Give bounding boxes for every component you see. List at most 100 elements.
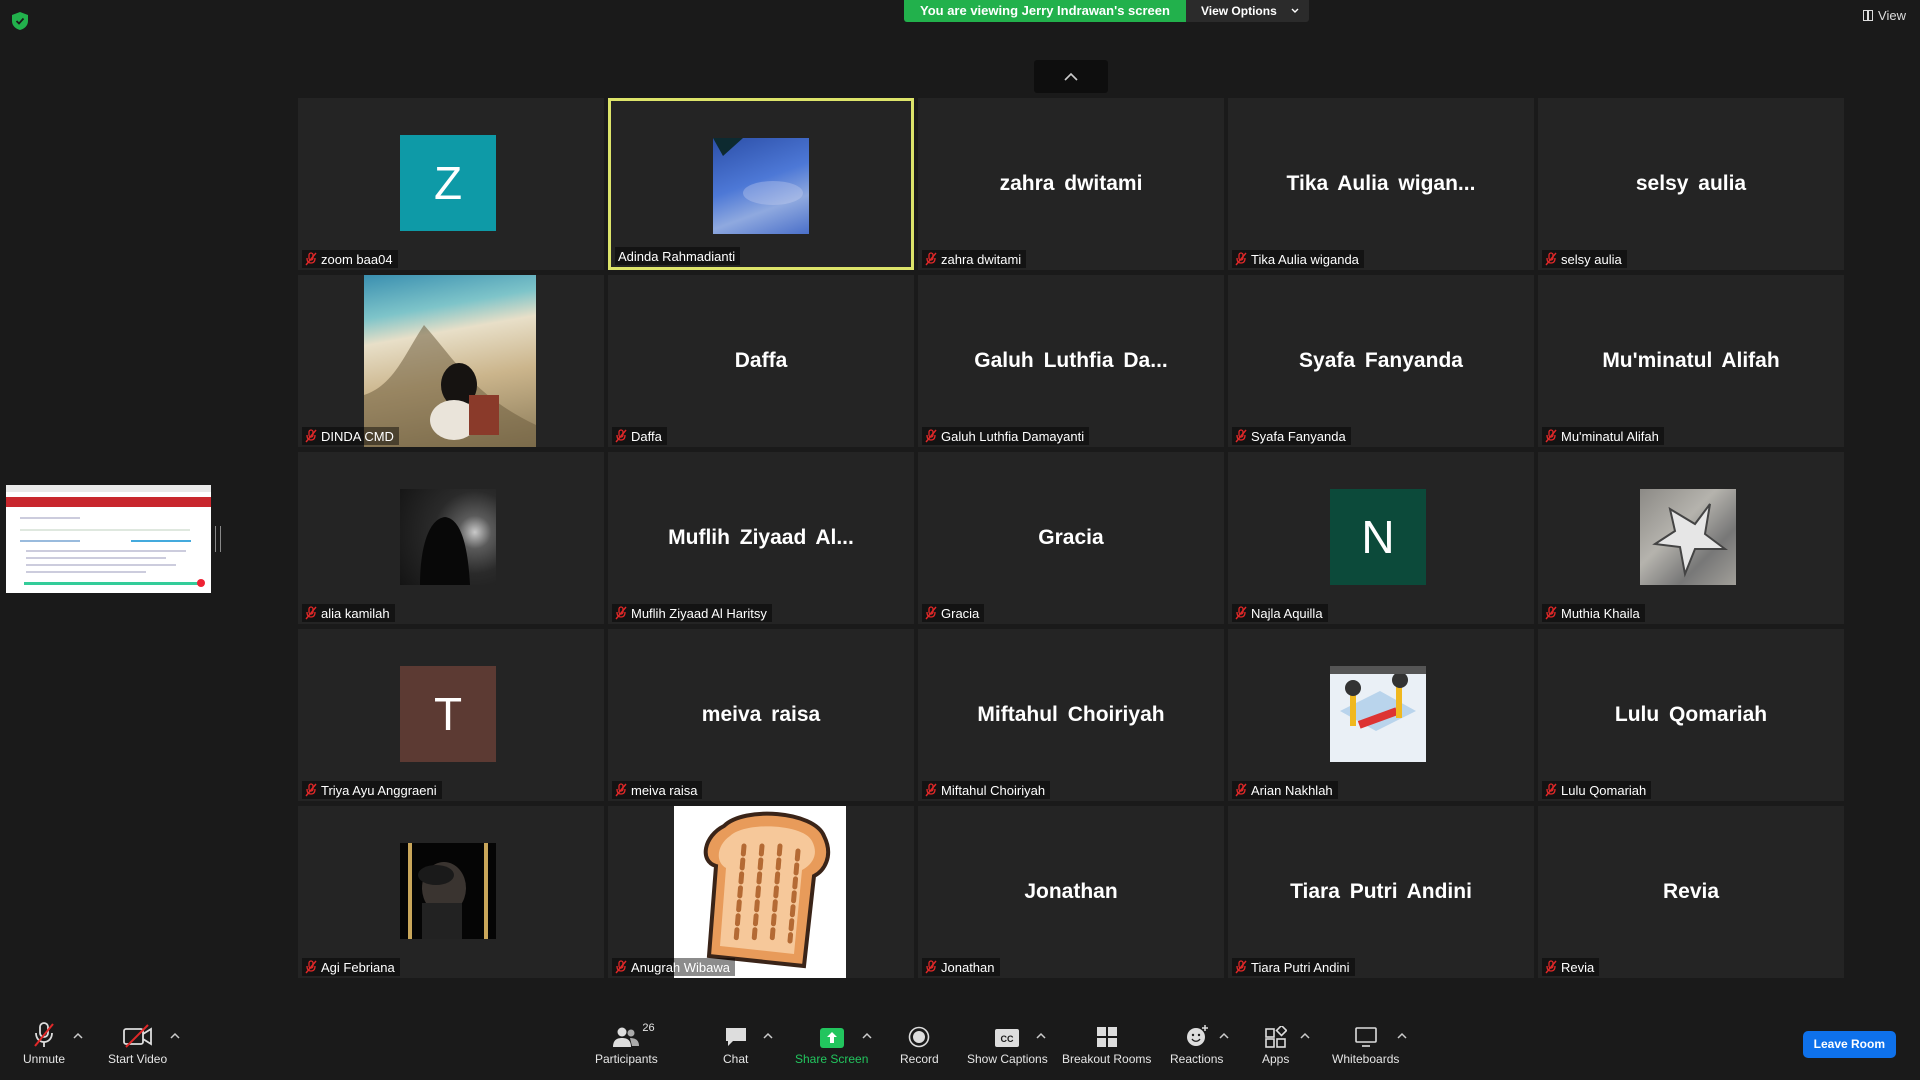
video-camera-off-icon [122, 1024, 152, 1048]
whiteboard-icon [1354, 1027, 1377, 1047]
microphone-muted-icon [305, 960, 317, 974]
panel-resize-handle[interactable] [215, 526, 221, 552]
participant-display-name: Jonathan [1024, 880, 1118, 903]
unmute-label: Unmute [23, 1052, 66, 1066]
captions-options-caret-icon[interactable] [1036, 1032, 1046, 1040]
screen-share-banner: You are viewing Jerry Indrawan's screen … [904, 0, 1309, 22]
participant-display-name: selsy aulia [1635, 172, 1747, 195]
apps-button[interactable]: Apps [1262, 1020, 1289, 1066]
apps-options-caret-icon[interactable] [1300, 1032, 1310, 1040]
participant-name: Miftahul Choiriyah [941, 782, 1046, 798]
chat-bubble-icon [725, 1028, 746, 1046]
participant-name: Tiara Putri Andini [1251, 959, 1350, 975]
participant-name-label: Adinda Rahmadianti [615, 247, 741, 265]
participant-name: meiva raisa [631, 782, 698, 798]
reactions-button[interactable]: Reactions [1170, 1020, 1223, 1066]
participant-tile[interactable]: Agi Febriana [298, 806, 604, 978]
participant-tile[interactable]: N Najla Aquilla [1228, 452, 1534, 624]
video-options-caret-icon[interactable] [170, 1032, 180, 1040]
participant-tile[interactable]: Syafa Fanyanda Syafa Fanyanda [1228, 275, 1534, 447]
participant-display-name: Gracia [1038, 526, 1104, 549]
preview-line [20, 540, 80, 542]
profile-photo-dark [400, 489, 496, 585]
share-options-caret-icon[interactable] [862, 1032, 872, 1040]
profile-photo-beach [364, 275, 536, 447]
layout-icon [1863, 10, 1874, 21]
participant-tile[interactable]: Jonathan Jonathan [918, 806, 1224, 978]
microphone-muted-icon [1545, 783, 1557, 797]
microphone-muted-icon [1235, 783, 1247, 797]
participant-name: DINDA CMD [321, 428, 394, 444]
participant-tile[interactable]: DINDA CMD [298, 275, 604, 447]
breakout-rooms-button[interactable]: Breakout Rooms [1062, 1020, 1151, 1066]
microphone-muted-icon [1235, 429, 1247, 443]
profile-photo-toast [674, 806, 846, 978]
participant-tile[interactable]: Miftahul Choiriyah Miftahul Choiriyah [918, 629, 1224, 801]
participant-tile[interactable]: Muthia Khaila [1538, 452, 1844, 624]
participant-tile[interactable]: meiva raisa meiva raisa [608, 629, 914, 801]
participant-name-label: Anugrah Wibawa [612, 958, 735, 976]
participant-tile[interactable]: Mu'minatul Alifah Mu'minatul Alifah [1538, 275, 1844, 447]
participant-name-label: Syafa Fanyanda [1232, 427, 1351, 445]
participant-tile[interactable]: Gracia Gracia [918, 452, 1224, 624]
participant-display-name: Tiara Putri Andini [1290, 880, 1472, 903]
participant-display-name: Daffa [734, 349, 788, 372]
participant-tile[interactable]: Arian Nakhlah [1228, 629, 1534, 801]
microphone-muted-icon [305, 252, 317, 266]
participant-name: Agi Febriana [321, 959, 395, 975]
participants-label: Participants [595, 1052, 658, 1066]
encryption-shield-icon[interactable] [12, 12, 28, 30]
chat-options-caret-icon[interactable] [763, 1032, 773, 1040]
participant-tile[interactable]: Revia Revia [1538, 806, 1844, 978]
apps-label: Apps [1262, 1052, 1290, 1066]
apps-icon [1264, 1026, 1287, 1048]
preview-line [26, 564, 176, 566]
participant-name: alia kamilah [321, 605, 390, 621]
participant-name-label: Muthia Khaila [1542, 604, 1645, 622]
microphone-muted-icon [34, 1022, 54, 1047]
unmute-button[interactable]: Unmute [23, 1020, 65, 1066]
record-button[interactable]: Record [900, 1020, 939, 1066]
participant-tile[interactable]: zahra dwitami zahra dwitami [918, 98, 1224, 270]
participant-name-label: selsy aulia [1542, 250, 1627, 268]
microphone-muted-icon [305, 606, 317, 620]
share-screen-button[interactable]: Share Screen [795, 1020, 868, 1066]
participant-tile[interactable]: alia kamilah [298, 452, 604, 624]
start-video-button[interactable]: Start Video [108, 1020, 167, 1066]
whiteboards-options-caret-icon[interactable] [1397, 1032, 1407, 1040]
participant-tile[interactable]: Adinda Rahmadianti [608, 98, 914, 270]
participant-tile[interactable]: Tika Aulia wigan... Tika Aulia wiganda [1228, 98, 1534, 270]
participant-name-label: DINDA CMD [302, 427, 399, 445]
participant-name: Muthia Khaila [1561, 605, 1640, 621]
preview-line [26, 571, 146, 573]
participant-name-label: Galuh Luthfia Damayanti [922, 427, 1090, 445]
shared-screen-thumbnail[interactable] [6, 485, 211, 593]
participant-name: Muflih Ziyaad Al Haritsy [631, 605, 767, 621]
audio-options-caret-icon[interactable] [73, 1032, 83, 1040]
whiteboards-button[interactable]: Whiteboards [1332, 1020, 1399, 1066]
show-captions-button[interactable]: CC Show Captions [967, 1020, 1048, 1066]
participant-name-label: Daffa [612, 427, 667, 445]
participant-tile[interactable]: T Triya Ayu Anggraeni [298, 629, 604, 801]
chat-label: Chat [723, 1052, 749, 1066]
participant-tile[interactable]: Muflih Ziyaad Al... Muflih Ziyaad Al Hari… [608, 452, 914, 624]
svg-text:CC: CC [1001, 1034, 1014, 1044]
participant-tile[interactable]: Tiara Putri Andini Tiara Putri Andini [1228, 806, 1534, 978]
participant-tile[interactable]: Galuh Luthfia Da... Galuh Luthfia Damayan… [918, 275, 1224, 447]
collapse-thumbnails-button[interactable] [1034, 60, 1108, 93]
participants-button[interactable]: 26 Participants [595, 1020, 658, 1066]
chat-button[interactable]: Chat [723, 1020, 748, 1066]
whiteboards-label: Whiteboards [1332, 1052, 1400, 1066]
participant-tile[interactable]: Daffa Daffa [608, 275, 914, 447]
participant-tile[interactable]: Zzoom baa04 [298, 98, 604, 270]
participant-name-label: Mu'minatul Alifah [1542, 427, 1664, 445]
participant-tile[interactable]: Anugrah Wibawa [608, 806, 914, 978]
microphone-muted-icon [1235, 252, 1247, 266]
view-button[interactable]: View [1863, 8, 1906, 23]
participant-tile[interactable]: Lulu Qomariah Lulu Qomariah [1538, 629, 1844, 801]
view-options-button[interactable]: View Options [1185, 0, 1309, 22]
reactions-options-caret-icon[interactable] [1219, 1032, 1229, 1040]
participant-tile[interactable]: selsy aulia selsy aulia [1538, 98, 1844, 270]
leave-room-button[interactable]: Leave Room [1802, 1031, 1896, 1058]
preview-footer-bar [24, 582, 204, 585]
